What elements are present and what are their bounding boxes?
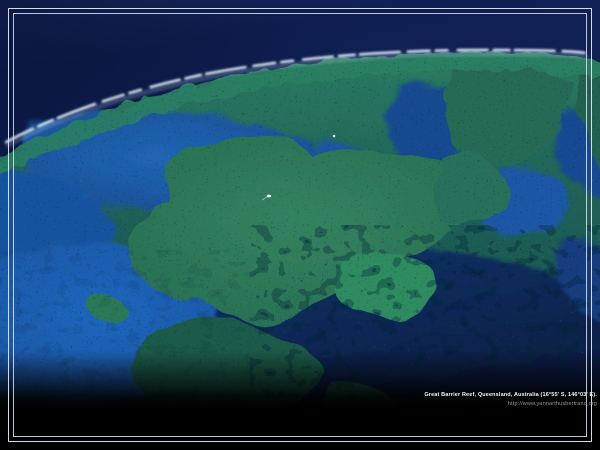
caption-title: Great Barrier Reef, Queensland, Australi… [424, 391, 597, 400]
small-boat-marker [333, 135, 336, 138]
photo-caption: Great Barrier Reef, Queensland, Australi… [424, 391, 597, 409]
wallpaper: Great Barrier Reef, Queensland, Australi… [0, 0, 600, 450]
caption-url: http://www.yannarthusbertrand.org [424, 400, 597, 409]
reef-photo [0, 0, 600, 450]
